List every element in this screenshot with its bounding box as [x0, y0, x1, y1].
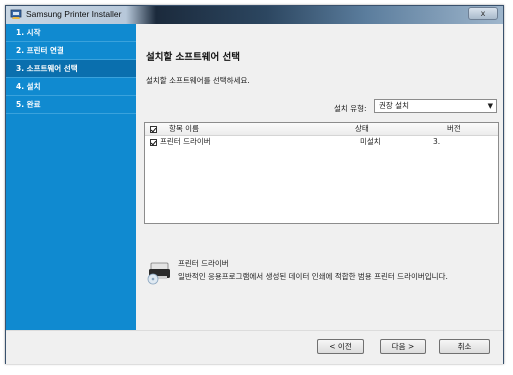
step-printer-connection: 2. 프린터 연결 [6, 42, 136, 60]
select-all-checkbox[interactable] [150, 123, 157, 135]
printer-driver-icon [147, 262, 170, 285]
page-title: 설치할 소프트웨어 선택 [146, 52, 241, 63]
back-button[interactable]: < 이전 [317, 339, 364, 354]
item-checkbox[interactable] [150, 136, 157, 148]
info-title: 프린터 드라이버 [178, 259, 229, 268]
step-software-selection: 3. 소프트웨어 선택 [6, 60, 136, 78]
item-status: 미설치 [360, 137, 381, 146]
app-icon [10, 9, 22, 19]
software-list[interactable]: 항목 이름 상태 버전 프린터 드라이버 미설치 3. [144, 122, 499, 224]
dropdown-arrow-icon: ▼ [487, 102, 493, 110]
close-icon: x [480, 9, 486, 18]
title-bar[interactable]: Samsung Printer Installer x [6, 6, 503, 24]
column-header-name[interactable]: 항목 이름 [169, 123, 199, 135]
list-item[interactable]: 프린터 드라이버 미설치 3. [145, 136, 498, 148]
install-type-value: 권장 설치 [379, 101, 409, 110]
step-start: 1. 시작 [6, 24, 136, 42]
item-name: 프린터 드라이버 [160, 137, 211, 146]
item-version: 3. [433, 137, 441, 146]
cancel-button[interactable]: 취소 [439, 339, 490, 354]
steps-sidebar: 1. 시작 2. 프린터 연결 3. 소프트웨어 선택 4. 설치 5. 완료 [6, 24, 136, 330]
list-header: 항목 이름 상태 버전 [145, 123, 498, 136]
install-type-select[interactable]: 권장 설치 ▼ [374, 99, 497, 113]
button-bar: < 이전 다음 > 취소 [6, 330, 503, 364]
checkbox-icon [150, 138, 157, 146]
column-header-status[interactable]: 상태 [355, 123, 369, 135]
window-title: Samsung Printer Installer [26, 9, 122, 19]
close-button[interactable]: x [468, 7, 498, 20]
install-type-label: 설치 유형: [334, 104, 367, 113]
installer-window: Samsung Printer Installer x 1. 시작 2. 프린터… [5, 5, 504, 364]
main-panel: 설치할 소프트웨어 선택 설치할 소프트웨어를 선택하세요. 설치 유형: 권장… [136, 24, 503, 330]
step-install: 4. 설치 [6, 78, 136, 96]
info-description: 일반적인 응용프로그램에서 생성된 데이터 인쇄에 적합한 범용 프린터 드라이… [178, 272, 448, 281]
step-finish: 5. 완료 [6, 96, 136, 114]
page-description: 설치할 소프트웨어를 선택하세요. [146, 76, 250, 85]
checkbox-icon [150, 125, 157, 133]
column-header-version[interactable]: 버전 [447, 123, 461, 135]
next-button[interactable]: 다음 > [380, 339, 426, 354]
